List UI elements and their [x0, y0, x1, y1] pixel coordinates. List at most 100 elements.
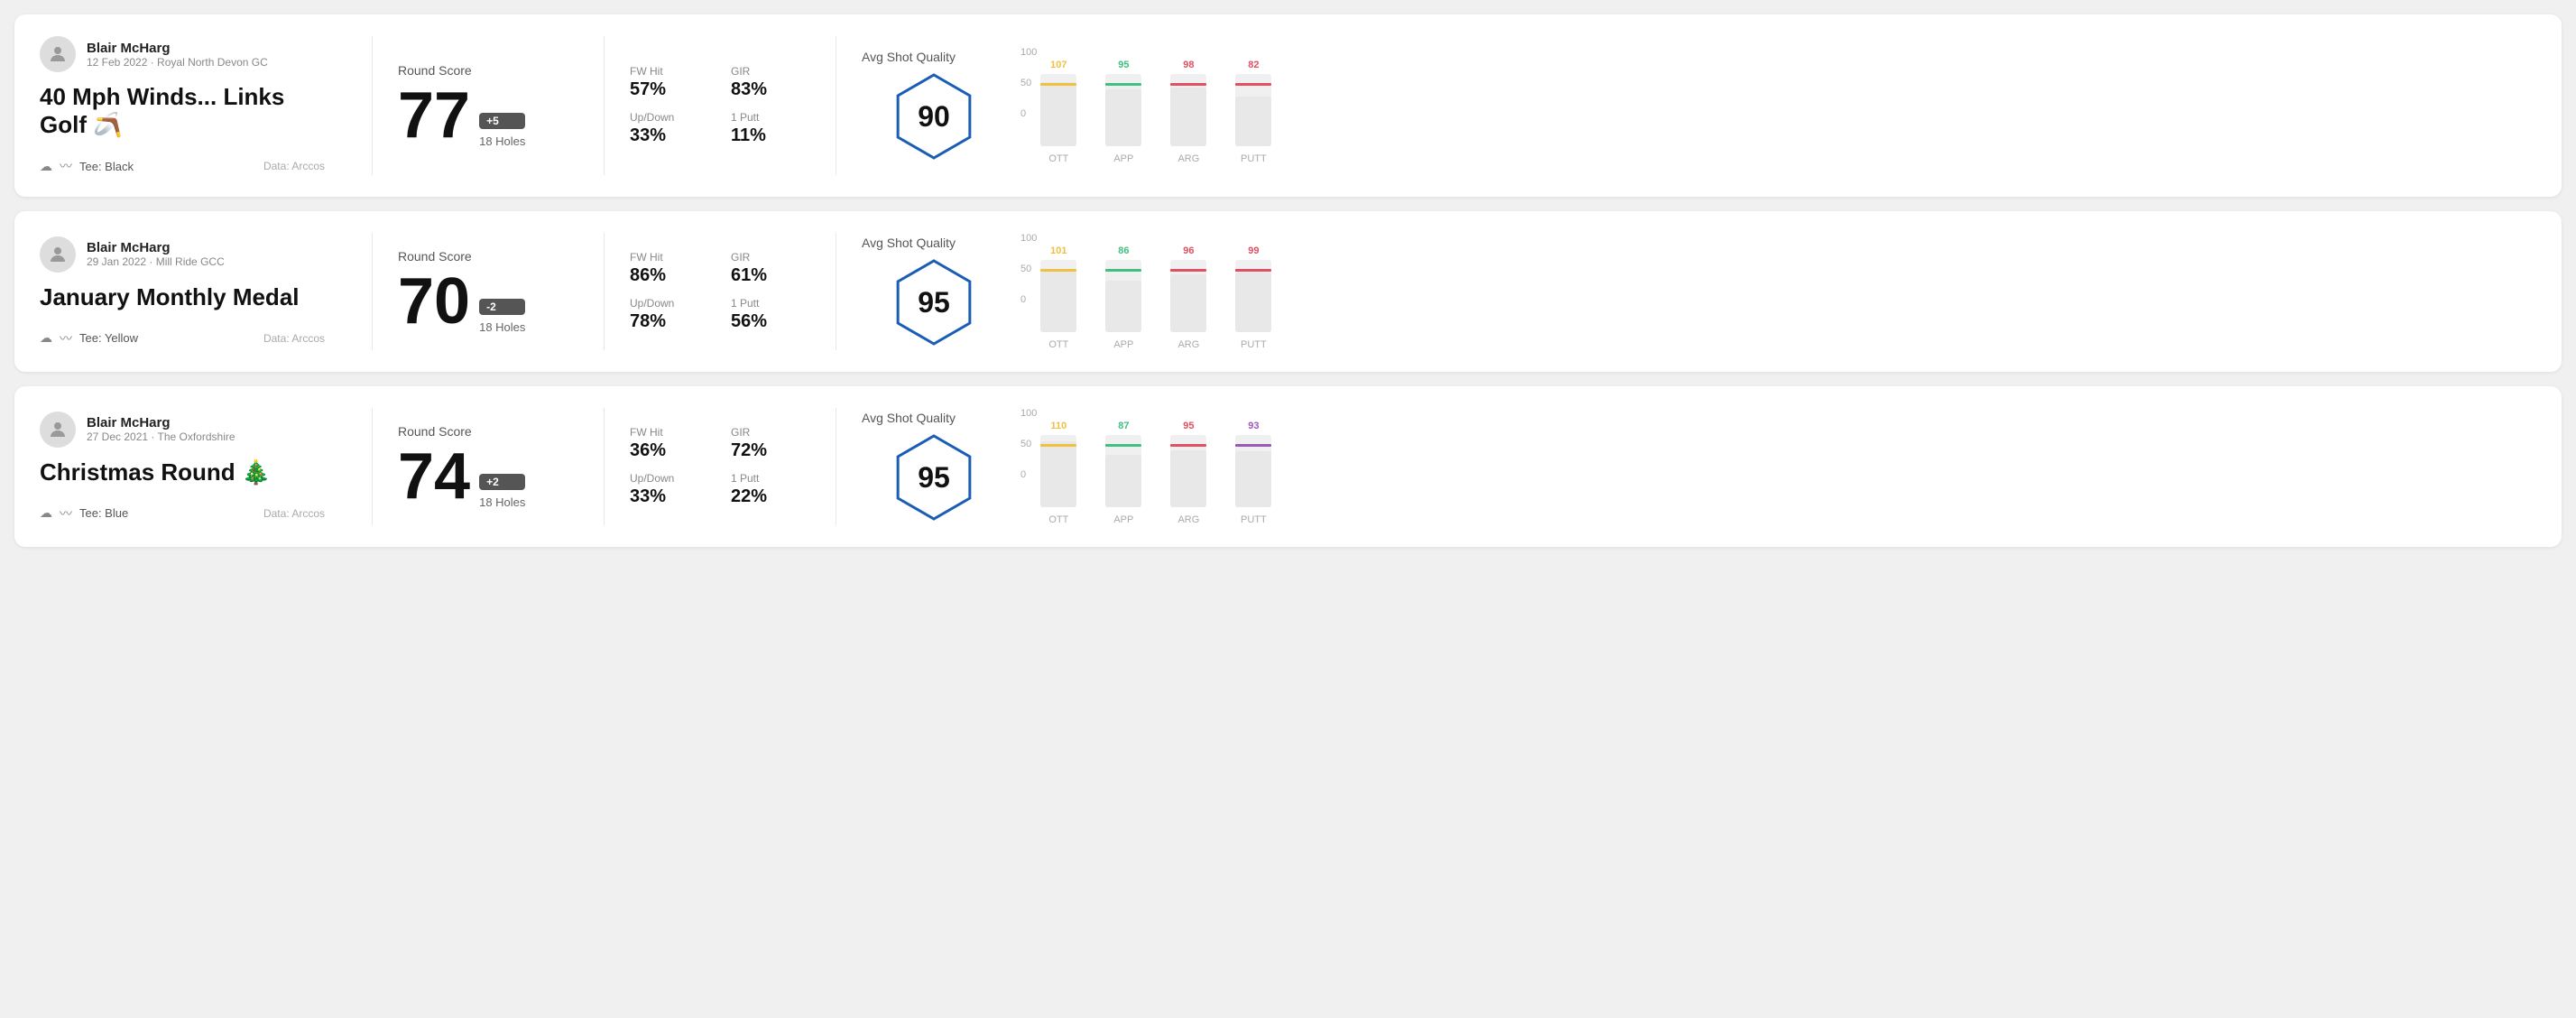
bar-category-label: APP	[1113, 514, 1133, 525]
bar-group: 110 OTT	[1040, 421, 1076, 525]
data-source: Data: Arccos	[263, 160, 325, 172]
fw-hit-value: 57%	[630, 79, 709, 100]
fw-hit-stat: FW Hit 36%	[630, 426, 709, 461]
y-axis-label: 0	[1020, 469, 1037, 480]
left-section: Blair McHarg 12 Feb 2022 · Royal North D…	[40, 36, 346, 175]
y-axis-label: 50	[1020, 264, 1037, 274]
bottom-row: ☁ 〰 Tee: Yellow Data: Arccos	[40, 329, 325, 347]
bar-line	[1170, 269, 1206, 272]
bar-wrapper	[1235, 260, 1271, 332]
bar-wrapper	[1040, 260, 1076, 332]
bar-group: 87 APP	[1105, 421, 1141, 525]
gir-value: 61%	[731, 265, 810, 286]
user-name: Blair McHarg	[87, 415, 235, 430]
bar-wrapper	[1040, 74, 1076, 146]
bar-group: 82 PUTT	[1235, 60, 1271, 164]
bar-wrapper	[1170, 74, 1206, 146]
bar-line	[1170, 444, 1206, 447]
score-section: Round Score 70 -2 18 Holes	[398, 249, 578, 334]
bar-group: 101 OTT	[1040, 245, 1076, 350]
bar-value: 93	[1248, 421, 1259, 431]
updown-value: 33%	[630, 486, 709, 507]
round-title: 40 Mph Winds... Links Golf 🪃	[40, 83, 325, 139]
user-info: Blair McHarg 29 Jan 2022 · Mill Ride GCC	[87, 240, 225, 268]
gir-label: GIR	[731, 251, 810, 264]
bar-category-label: PUTT	[1241, 339, 1267, 350]
oneputt-label: 1 Putt	[731, 111, 810, 124]
avatar	[40, 236, 76, 273]
score-badge-group: -2 18 Holes	[479, 299, 525, 334]
bar-fill	[1170, 88, 1206, 146]
bar-wrapper	[1235, 435, 1271, 507]
tee-info: ☁ 〰 Tee: Blue	[40, 504, 128, 523]
bar-value: 95	[1183, 421, 1194, 431]
quality-label: Avg Shot Quality	[862, 50, 956, 64]
bar-value: 107	[1050, 60, 1066, 70]
updown-value: 78%	[630, 311, 709, 332]
bar-fill	[1040, 82, 1076, 146]
hexagon-container: 95	[889, 257, 979, 347]
bar-wrapper	[1105, 74, 1141, 146]
bar-fill	[1235, 273, 1271, 332]
bar-line	[1040, 444, 1076, 447]
bar-line	[1040, 269, 1076, 272]
quality-score: 95	[918, 461, 950, 495]
quality-score: 90	[918, 100, 950, 134]
cloud-icon: ☁	[40, 505, 52, 521]
bar-group: 98 ARG	[1170, 60, 1206, 164]
bar-line	[1105, 444, 1141, 447]
quality-section: Avg Shot Quality 95	[862, 411, 1006, 523]
score-badge-group: +2 18 Holes	[479, 474, 525, 509]
avatar	[40, 36, 76, 72]
bar-category-label: OTT	[1048, 514, 1068, 525]
oneputt-stat: 1 Putt 22%	[731, 472, 810, 507]
stats-section: FW Hit 57% GIR 83% Up/Down 33% 1 Putt 11…	[630, 65, 810, 146]
left-section: Blair McHarg 29 Jan 2022 · Mill Ride GCC…	[40, 236, 346, 347]
section-divider	[372, 36, 373, 175]
gir-value: 83%	[731, 79, 810, 100]
bar-fill	[1105, 455, 1141, 507]
bottom-row: ☁ 〰 Tee: Blue Data: Arccos	[40, 504, 325, 523]
wind-icon: 〰	[60, 504, 72, 523]
y-axis-label: 0	[1020, 294, 1037, 305]
gir-label: GIR	[731, 426, 810, 439]
user-name: Blair McHarg	[87, 41, 268, 56]
score-section: Round Score 77 +5 18 Holes	[398, 63, 578, 148]
score-label: Round Score	[398, 424, 578, 439]
oneputt-stat: 1 Putt 56%	[731, 297, 810, 332]
round-card-3: Blair McHarg 27 Dec 2021 · The Oxfordshi…	[14, 386, 2562, 547]
bar-fill	[1170, 450, 1206, 507]
section-divider	[372, 233, 373, 350]
holes-text: 18 Holes	[479, 320, 525, 334]
bar-category-label: ARG	[1177, 514, 1199, 525]
bar-fill	[1105, 89, 1141, 146]
bar-line	[1040, 83, 1076, 86]
gir-stat: GIR 83%	[731, 65, 810, 100]
user-info: Blair McHarg 27 Dec 2021 · The Oxfordshi…	[87, 415, 235, 443]
fw-hit-stat: FW Hit 86%	[630, 251, 709, 286]
bar-line	[1235, 269, 1271, 272]
wind-icon: 〰	[60, 157, 72, 175]
user-info: Blair McHarg 12 Feb 2022 · Royal North D…	[87, 41, 268, 69]
left-section: Blair McHarg 27 Dec 2021 · The Oxfordshi…	[40, 412, 346, 523]
updown-value: 33%	[630, 125, 709, 146]
quality-section: Avg Shot Quality 95	[862, 236, 1006, 347]
section-divider-2	[604, 408, 605, 525]
updown-label: Up/Down	[630, 297, 709, 310]
tee-label: Tee: Black	[79, 160, 134, 173]
section-divider	[372, 408, 373, 525]
bar-value: 98	[1183, 60, 1194, 70]
y-axis-label: 50	[1020, 439, 1037, 449]
tee-label: Tee: Yellow	[79, 331, 138, 345]
bar-fill	[1105, 281, 1141, 332]
chart-section: 100500 101 OTT 86 APP 96	[1006, 233, 2536, 350]
holes-text: 18 Holes	[479, 134, 525, 148]
bar-category-label: OTT	[1048, 153, 1068, 164]
bar-value: 101	[1050, 245, 1066, 256]
user-meta: 27 Dec 2021 · The Oxfordshire	[87, 430, 235, 443]
bar-value: 110	[1050, 421, 1066, 431]
bar-group: 99 PUTT	[1235, 245, 1271, 350]
score-main: 70 -2 18 Holes	[398, 269, 578, 334]
bar-category-label: OTT	[1048, 339, 1068, 350]
bar-wrapper	[1170, 260, 1206, 332]
